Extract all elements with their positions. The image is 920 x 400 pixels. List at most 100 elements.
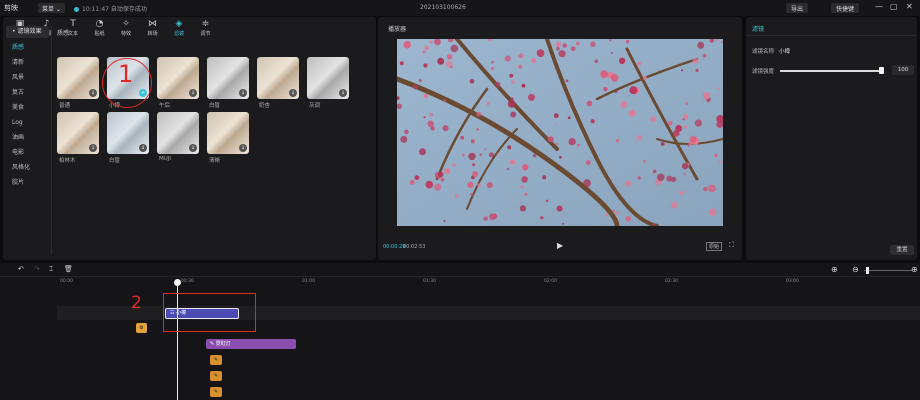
- transition-icon: ⋈: [148, 19, 157, 29]
- tab-label: 调节: [200, 31, 211, 37]
- category-item[interactable]: Log: [6, 115, 49, 130]
- aspect-ratio-button[interactable]: 原始: [706, 242, 723, 251]
- blossom-image: [397, 39, 723, 226]
- playhead-handle[interactable]: [174, 279, 181, 286]
- sticker-clip[interactable]: ✎: [210, 387, 222, 397]
- filter-label: 奶杏: [259, 103, 271, 109]
- app-logo: 剪映: [4, 4, 18, 12]
- strength-slider-handle[interactable]: [879, 67, 884, 74]
- video-preview: [397, 39, 723, 226]
- fullscreen-icon[interactable]: ⛶: [729, 241, 734, 250]
- download-icon[interactable]: ↓: [89, 144, 97, 152]
- filter-name-value: 小樽: [779, 49, 791, 55]
- filter-thumbnail[interactable]: ↓: [257, 57, 299, 99]
- menu-button[interactable]: 菜单 ⌄: [38, 3, 65, 13]
- link-icon[interactable]: ⊕: [831, 265, 838, 274]
- annotation-rectangle: [163, 293, 256, 332]
- category-item[interactable]: • 滤镜效果: [6, 26, 49, 38]
- download-icon[interactable]: ↓: [339, 89, 347, 97]
- category-item[interactable]: 胶片: [6, 175, 49, 190]
- zoom-out-icon[interactable]: ⊖: [852, 265, 859, 274]
- maximize-icon[interactable]: ▢: [890, 2, 898, 11]
- filter-label: 白皙: [109, 158, 121, 164]
- tab-label: 转场: [147, 31, 158, 37]
- filter-label: 清晰: [209, 158, 221, 164]
- ruler-tick-label: 00:00: [60, 279, 73, 284]
- category-item[interactable]: 油画: [6, 130, 49, 145]
- download-icon[interactable]: ↓: [239, 144, 247, 152]
- category-item[interactable]: 风景: [6, 70, 49, 85]
- split-icon[interactable]: ⌶: [49, 265, 53, 274]
- annotation-number-1: 1: [118, 60, 134, 88]
- download-icon[interactable]: ↓: [189, 144, 197, 152]
- filter-thumbnail[interactable]: ↓: [207, 112, 249, 154]
- filter-thumbnail[interactable]: ↓: [57, 57, 99, 99]
- category-divider: [51, 26, 52, 254]
- download-icon[interactable]: ↓: [89, 89, 97, 97]
- annotation-number-2: 2: [131, 293, 142, 313]
- tab-label: 贴纸: [94, 31, 105, 37]
- category-item[interactable]: 复古: [6, 85, 49, 100]
- filter-label: 午后: [159, 103, 171, 109]
- shortcut-button[interactable]: 快捷键: [831, 3, 860, 13]
- filter-label: MUJI: [159, 156, 172, 162]
- zoom-slider-track[interactable]: [864, 270, 912, 271]
- ruler-tick-label: 02:30: [665, 279, 678, 284]
- download-icon[interactable]: ↓: [139, 144, 147, 152]
- filter-thumbnail[interactable]: ↓: [157, 57, 199, 99]
- filter-thumbnail[interactable]: ↓: [307, 57, 349, 99]
- download-icon[interactable]: ↓: [189, 89, 197, 97]
- filter-thumbnail[interactable]: ↓: [107, 112, 149, 154]
- zoom-slider-handle[interactable]: [866, 267, 869, 274]
- tab-adjust[interactable]: ≑ 调节: [195, 19, 217, 37]
- zoom-in-icon[interactable]: ⊕: [911, 265, 918, 274]
- adjust-icon: ≑: [201, 19, 210, 29]
- filter-thumbnail[interactable]: ↓: [57, 112, 99, 154]
- effect-clip[interactable]: ✎ 霓虹灯: [206, 339, 296, 349]
- filter-label: 灰调: [309, 103, 321, 109]
- timeline-toolbar: [0, 263, 920, 277]
- undo-icon[interactable]: ↶: [18, 265, 24, 273]
- effect-icon: ✧: [122, 19, 130, 29]
- sticker-clip[interactable]: ✎: [210, 371, 222, 381]
- total-time: 00:02:53: [403, 244, 426, 250]
- autosave-status: 10:11:47 自动保存成功: [74, 4, 147, 13]
- redo-icon[interactable]: ↷: [34, 265, 40, 273]
- filter-strength-label: 滤镜强度: [752, 69, 775, 75]
- category-item[interactable]: 美食: [6, 100, 49, 115]
- ruler-tick-label: 03:00: [786, 279, 799, 284]
- tab-transition[interactable]: ⋈ 转场: [142, 19, 164, 37]
- tab-filter[interactable]: ◈ 滤镜: [168, 19, 190, 37]
- player-title: 播放器: [388, 26, 407, 33]
- category-item[interactable]: 电影: [6, 145, 49, 160]
- category-item[interactable]: 清新: [6, 55, 49, 70]
- category-item[interactable]: 风格化: [6, 160, 49, 175]
- export-button[interactable]: 导出: [786, 3, 809, 13]
- tab-filter[interactable]: 滤镜: [752, 24, 764, 33]
- tab-effect[interactable]: ✧ 特效: [115, 19, 137, 37]
- tab-sticker[interactable]: ◔ 贴纸: [89, 19, 111, 37]
- minimize-icon[interactable]: —: [875, 2, 883, 11]
- strength-value-input[interactable]: 100: [892, 65, 914, 75]
- filter-thumbnail[interactable]: ↓: [157, 112, 199, 154]
- delete-icon[interactable]: 🗑: [64, 265, 73, 273]
- strength-slider-fill: [780, 70, 883, 72]
- sticker-icon: ◔: [95, 19, 104, 29]
- status-dot-icon: [74, 7, 79, 12]
- category-item[interactable]: 质感: [6, 40, 49, 55]
- download-icon[interactable]: ↓: [239, 89, 247, 97]
- filter-label: 白皙: [209, 103, 221, 109]
- close-icon[interactable]: ✕: [906, 2, 913, 11]
- inspector-divider: [746, 35, 917, 36]
- filter-section-title: 质感: [57, 30, 70, 37]
- tab-label: 特效: [120, 31, 131, 37]
- play-icon[interactable]: ▶: [557, 241, 563, 250]
- cover-settings-icon[interactable]: ⚙: [136, 323, 147, 333]
- reset-button[interactable]: 重置: [890, 245, 914, 255]
- tab-label: 滤镜: [173, 31, 184, 37]
- ruler-tick-label: 00:30: [181, 279, 194, 284]
- sticker-clip[interactable]: ✎: [210, 355, 222, 365]
- filter-thumbnail[interactable]: ↓: [207, 57, 249, 99]
- download-icon[interactable]: ↓: [289, 89, 297, 97]
- autosave-text: 10:11:47 自动保存成功: [82, 6, 147, 13]
